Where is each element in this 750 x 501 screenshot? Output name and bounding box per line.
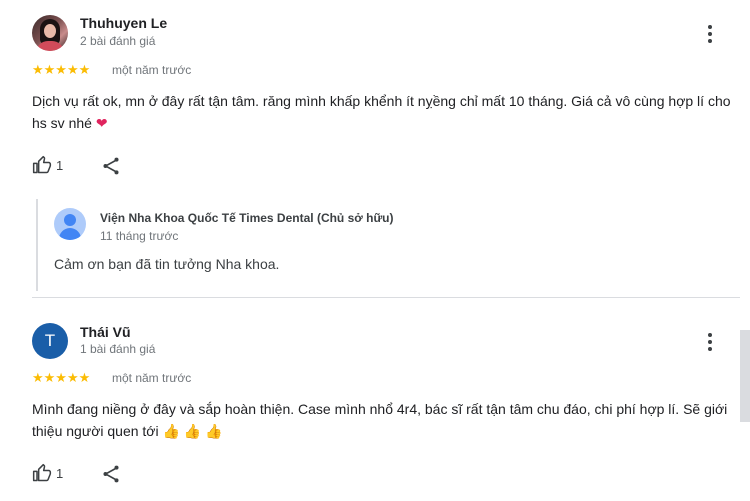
star-rating: ★★★★★ xyxy=(32,62,91,77)
avatar-face xyxy=(44,24,56,38)
review-text: Mình đang niềng ở đây và sắp hoàn thiện.… xyxy=(32,398,732,442)
avatar-shirt xyxy=(36,41,64,51)
thumbs-up-icon xyxy=(32,155,52,174)
share-button[interactable] xyxy=(100,463,124,485)
heart-emoji: ❤ xyxy=(95,115,108,131)
like-button[interactable]: 1 xyxy=(32,155,63,175)
owner-reply-text: Cảm ơn bạn đã tin tưởng Nha khoa. xyxy=(54,256,280,272)
owner-reply: Viện Nha Khoa Quốc Tế Times Dental (Chủ … xyxy=(36,199,736,291)
like-count: 1 xyxy=(56,465,64,481)
reviewer-name[interactable]: Thái Vũ xyxy=(80,324,131,340)
star-rating: ★★★★★ xyxy=(32,370,91,385)
avatar-torso xyxy=(59,228,81,240)
like-count: 1 xyxy=(56,157,64,173)
reviewer-review-count: 2 bài đánh giá xyxy=(80,34,156,48)
share-button[interactable] xyxy=(100,155,124,177)
reviewer-avatar[interactable] xyxy=(32,15,68,51)
share-icon xyxy=(103,157,119,175)
scrollbar-thumb[interactable] xyxy=(740,330,750,422)
share-icon xyxy=(103,465,119,483)
reviewer-avatar[interactable]: T xyxy=(32,323,68,359)
owner-avatar[interactable] xyxy=(54,208,86,240)
review-text-content: Dịch vụ rất ok, mn ở đây rất tận tâm. ră… xyxy=(32,93,731,131)
thumbs-up-icon xyxy=(32,463,52,482)
owner-reply-time: 11 tháng trước xyxy=(100,229,179,243)
reviewer-name[interactable]: Thuhuyen Le xyxy=(80,15,167,31)
review-divider xyxy=(32,297,740,298)
more-vert-icon[interactable] xyxy=(700,331,720,353)
review-text-content: Mình đang niềng ở đây và sắp hoàn thiện.… xyxy=(32,401,728,439)
review-text: Dịch vụ rất ok, mn ở đây rất tận tâm. ră… xyxy=(32,90,732,134)
review-time: một năm trước xyxy=(112,63,192,77)
reviewer-review-count: 1 bài đánh giá xyxy=(80,342,156,356)
like-button[interactable]: 1 xyxy=(32,463,63,483)
review-time: một năm trước xyxy=(112,371,192,385)
thumbs-up-emoji: 👍 👍 👍 xyxy=(162,423,223,439)
owner-name[interactable]: Viện Nha Khoa Quốc Tế Times Dental (Chủ … xyxy=(100,211,393,225)
more-vert-icon[interactable] xyxy=(700,23,720,45)
avatar-head xyxy=(64,214,76,226)
